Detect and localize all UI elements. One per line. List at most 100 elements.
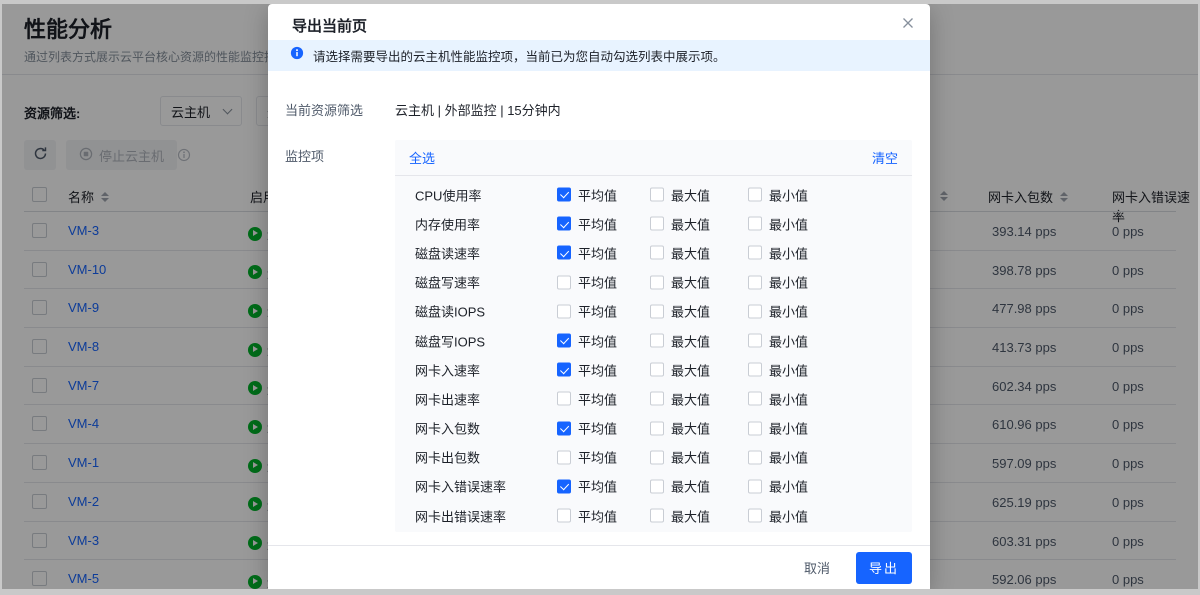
checkbox-unchecked-icon[interactable]	[748, 334, 762, 348]
metric-checkbox-max[interactable]: 最大值	[650, 331, 710, 350]
metric-checkbox-max[interactable]: 最大值	[650, 214, 710, 233]
metric-checkbox-avg[interactable]: 平均值	[557, 331, 617, 350]
metric-checkbox-avg[interactable]: 平均值	[557, 448, 617, 467]
metric-checkbox-avg[interactable]: 平均值	[557, 477, 617, 496]
metrics-label: 监控项	[285, 146, 324, 165]
checkbox-checked-icon[interactable]	[557, 334, 571, 348]
metric-checkbox-avg[interactable]: 平均值	[557, 506, 617, 525]
metric-checkbox-max[interactable]: 最大值	[650, 419, 710, 438]
metric-checkbox-min[interactable]: 最小值	[748, 331, 808, 350]
checkbox-unchecked-icon[interactable]	[748, 509, 762, 523]
metric-checkbox-min[interactable]: 最小值	[748, 448, 808, 467]
metric-checkbox-avg[interactable]: 平均值	[557, 185, 617, 204]
metric-checkbox-min[interactable]: 最小值	[748, 302, 808, 321]
metric-checkbox-avg[interactable]: 平均值	[557, 419, 617, 438]
checkbox-unchecked-icon[interactable]	[748, 188, 762, 202]
metric-checkbox-max[interactable]: 最大值	[650, 185, 710, 204]
checkbox-unchecked-icon[interactable]	[557, 450, 571, 464]
metric-label: CPU使用率	[415, 185, 481, 204]
checkbox-unchecked-icon[interactable]	[650, 363, 664, 377]
metric-checkbox-avg[interactable]: 平均值	[557, 243, 617, 262]
checkbox-checked-icon[interactable]	[557, 421, 571, 435]
checkbox-label: 最大值	[671, 331, 710, 350]
checkbox-unchecked-icon[interactable]	[557, 392, 571, 406]
metric-checkbox-avg[interactable]: 平均值	[557, 214, 617, 233]
checkbox-unchecked-icon[interactable]	[650, 450, 664, 464]
checkbox-checked-icon[interactable]	[557, 217, 571, 231]
metric-checkbox-avg[interactable]: 平均值	[557, 360, 617, 379]
metric-row: 内存使用率 平均值最大值最小值	[395, 209, 912, 238]
checkbox-unchecked-icon[interactable]	[650, 217, 664, 231]
metric-checkbox-max[interactable]: 最大值	[650, 506, 710, 525]
metric-checkbox-min[interactable]: 最小值	[748, 243, 808, 262]
cancel-button[interactable]: 取消	[804, 558, 830, 577]
checkbox-checked-icon[interactable]	[557, 479, 571, 493]
checkbox-unchecked-icon[interactable]	[650, 188, 664, 202]
metric-checkbox-max[interactable]: 最大值	[650, 448, 710, 467]
metric-checkbox-max[interactable]: 最大值	[650, 302, 710, 321]
checkbox-label: 最大值	[671, 477, 710, 496]
close-button[interactable]	[902, 17, 914, 29]
export-button[interactable]: 导出	[856, 552, 912, 584]
checkbox-unchecked-icon[interactable]	[748, 304, 762, 318]
checkbox-unchecked-icon[interactable]	[650, 421, 664, 435]
checkbox-unchecked-icon[interactable]	[650, 275, 664, 289]
metric-row: 磁盘写速率 平均值最大值最小值	[395, 268, 912, 297]
checkbox-unchecked-icon[interactable]	[557, 304, 571, 318]
checkbox-unchecked-icon[interactable]	[650, 509, 664, 523]
checkbox-unchecked-icon[interactable]	[557, 275, 571, 289]
metric-checkbox-min[interactable]: 最小值	[748, 389, 808, 408]
checkbox-unchecked-icon[interactable]	[650, 392, 664, 406]
checkbox-label: 平均值	[578, 506, 617, 525]
checkbox-unchecked-icon[interactable]	[748, 450, 762, 464]
checkbox-unchecked-icon[interactable]	[557, 509, 571, 523]
checkbox-label: 最大值	[671, 448, 710, 467]
checkbox-checked-icon[interactable]	[557, 188, 571, 202]
metric-checkbox-min[interactable]: 最小值	[748, 419, 808, 438]
metric-label: 网卡入错误速率	[415, 477, 506, 496]
metric-checkbox-min[interactable]: 最小值	[748, 477, 808, 496]
metric-checkbox-max[interactable]: 最大值	[650, 477, 710, 496]
checkbox-unchecked-icon[interactable]	[650, 246, 664, 260]
checkbox-unchecked-icon[interactable]	[748, 421, 762, 435]
metric-label: 网卡出错误速率	[415, 506, 506, 525]
checkbox-label: 最大值	[671, 506, 710, 525]
metric-row: 磁盘读速率 平均值最大值最小值	[395, 238, 912, 267]
metric-checkbox-min[interactable]: 最小值	[748, 214, 808, 233]
checkbox-unchecked-icon[interactable]	[650, 304, 664, 318]
checkbox-checked-icon[interactable]	[557, 363, 571, 377]
checkbox-unchecked-icon[interactable]	[748, 363, 762, 377]
checkbox-label: 平均值	[578, 448, 617, 467]
metrics-panel-header: 全选 清空	[395, 140, 912, 176]
checkbox-label: 平均值	[578, 214, 617, 233]
metric-checkbox-max[interactable]: 最大值	[650, 389, 710, 408]
checkbox-label: 平均值	[578, 477, 617, 496]
metric-checkbox-min[interactable]: 最小值	[748, 360, 808, 379]
select-all-link[interactable]: 全选	[409, 148, 435, 167]
metric-checkbox-min[interactable]: 最小值	[748, 185, 808, 204]
metric-checkbox-min[interactable]: 最小值	[748, 506, 808, 525]
checkbox-unchecked-icon[interactable]	[748, 246, 762, 260]
metric-checkbox-min[interactable]: 最小值	[748, 273, 808, 292]
checkbox-unchecked-icon[interactable]	[748, 217, 762, 231]
metric-checkbox-max[interactable]: 最大值	[650, 243, 710, 262]
checkbox-label: 平均值	[578, 389, 617, 408]
checkbox-label: 最小值	[769, 273, 808, 292]
metric-label: 网卡出包数	[415, 448, 480, 467]
checkbox-checked-icon[interactable]	[557, 246, 571, 260]
metric-checkbox-avg[interactable]: 平均值	[557, 389, 617, 408]
metric-checkbox-max[interactable]: 最大值	[650, 273, 710, 292]
checkbox-unchecked-icon[interactable]	[650, 334, 664, 348]
checkbox-unchecked-icon[interactable]	[748, 479, 762, 493]
clear-all-link[interactable]: 清空	[872, 148, 898, 167]
checkbox-label: 平均值	[578, 302, 617, 321]
metric-checkbox-avg[interactable]: 平均值	[557, 273, 617, 292]
checkbox-unchecked-icon[interactable]	[650, 479, 664, 493]
checkbox-label: 最小值	[769, 477, 808, 496]
current-filter-value: 云主机 | 外部监控 | 15分钟内	[395, 100, 561, 119]
metric-checkbox-max[interactable]: 最大值	[650, 360, 710, 379]
checkbox-unchecked-icon[interactable]	[748, 392, 762, 406]
checkbox-unchecked-icon[interactable]	[748, 275, 762, 289]
metric-row: 网卡出包数 平均值 最大值 最小值	[395, 443, 912, 472]
metric-checkbox-avg[interactable]: 平均值	[557, 302, 617, 321]
